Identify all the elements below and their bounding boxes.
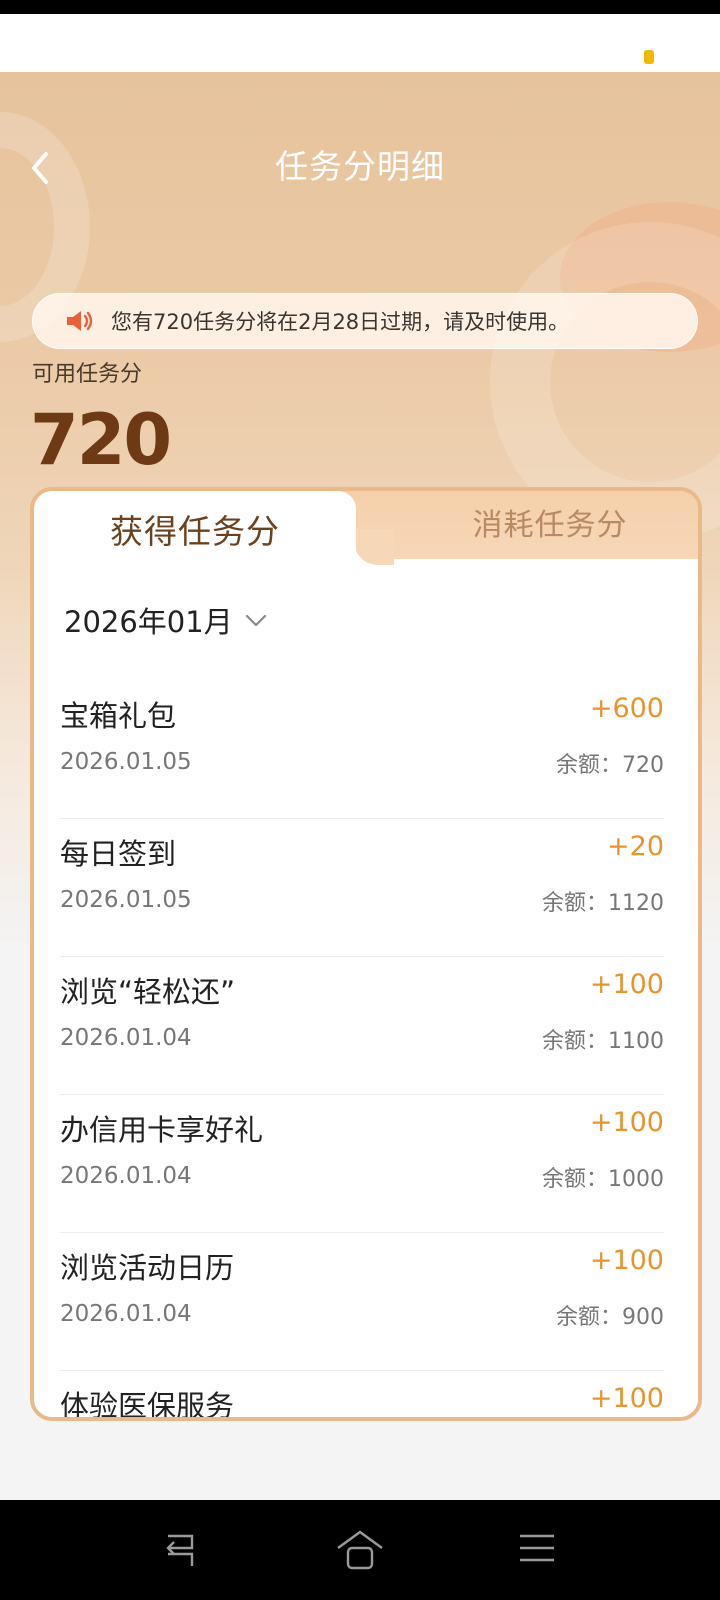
- nav-back-button[interactable]: [152, 1522, 208, 1578]
- list-item[interactable]: 体验医保服务 +100: [60, 1371, 664, 1421]
- record-title: 每日签到: [60, 837, 177, 871]
- menu-icon: [520, 1534, 554, 1562]
- record-balance: 余额：900: [556, 1305, 664, 1330]
- notice-text: 您有720任务分将在2月28日过期，请及时使用。: [111, 310, 570, 334]
- record-balance: 余额：720: [556, 753, 664, 778]
- record-date: 2026.01.04: [60, 1163, 192, 1189]
- chevron-down-icon: [245, 614, 266, 627]
- tab-earn[interactable]: 获得任务分: [34, 491, 356, 567]
- record-title: 浏览活动日历: [60, 1251, 235, 1285]
- speaker-icon: [67, 311, 93, 331]
- record-balance: 余额：1100: [542, 1029, 664, 1054]
- status-indicator-icon: [644, 50, 654, 64]
- list-item[interactable]: 每日签到 +20 2026.01.05 余额：1120: [60, 819, 664, 957]
- tab-corner: [354, 529, 394, 565]
- top-edge: [0, 0, 720, 14]
- list-item[interactable]: 宝箱礼包 +600 2026.01.05 余额：720: [60, 681, 664, 819]
- record-title: 体验医保服务: [60, 1389, 235, 1421]
- expiry-notice[interactable]: 您有720任务分将在2月28日过期，请及时使用。: [32, 293, 698, 349]
- nav-back-icon: [166, 1534, 194, 1566]
- list-item[interactable]: 浏览活动日历 +100 2026.01.04 余额：900: [60, 1233, 664, 1371]
- record-balance: 余额：1120: [542, 891, 664, 916]
- month-selector[interactable]: 2026年01月: [64, 599, 269, 641]
- record-points: +600: [589, 693, 664, 724]
- record-title: 浏览“轻松还”: [60, 975, 236, 1009]
- status-bar: [0, 14, 720, 72]
- page-title: 任务分明细: [275, 147, 445, 186]
- home-icon: [337, 1530, 383, 1570]
- record-date: 2026.01.04: [60, 1301, 192, 1327]
- available-points-value: 720: [30, 399, 172, 481]
- record-points: +100: [589, 1107, 664, 1138]
- nav-menu-button[interactable]: [508, 1522, 564, 1578]
- record-points: +100: [589, 1245, 664, 1276]
- record-date: 2026.01.04: [60, 1025, 192, 1051]
- record-points: +100: [589, 969, 664, 1000]
- record-list: 宝箱礼包 +600 2026.01.05 余额：720 每日签到 +20 202…: [60, 681, 664, 1421]
- back-button[interactable]: [24, 146, 64, 190]
- system-nav-bar: [0, 1500, 720, 1600]
- nav-home-button[interactable]: [332, 1522, 388, 1578]
- record-title: 办信用卡享好礼: [60, 1113, 264, 1147]
- list-item[interactable]: 浏览“轻松还” +100 2026.01.04 余额：1100: [60, 957, 664, 1095]
- tab-consume[interactable]: 消耗任务分: [394, 491, 698, 553]
- record-points: +20: [607, 831, 664, 862]
- available-points-label: 可用任务分: [32, 362, 143, 387]
- record-date: 2026.01.05: [60, 887, 192, 913]
- list-item[interactable]: 办信用卡享好礼 +100 2026.01.04 余额：1000: [60, 1095, 664, 1233]
- record-title: 宝箱礼包: [60, 699, 177, 733]
- record-balance: 余额：1000: [542, 1167, 664, 1192]
- record-date: 2026.01.05: [60, 749, 192, 775]
- month-label: 2026年01月: [64, 605, 233, 639]
- chevron-left-icon: [32, 152, 48, 184]
- record-points: +100: [589, 1383, 664, 1414]
- points-card: 消耗任务分 获得任务分 2026年01月 宝箱礼包 +600 2026.01.0…: [30, 487, 702, 1421]
